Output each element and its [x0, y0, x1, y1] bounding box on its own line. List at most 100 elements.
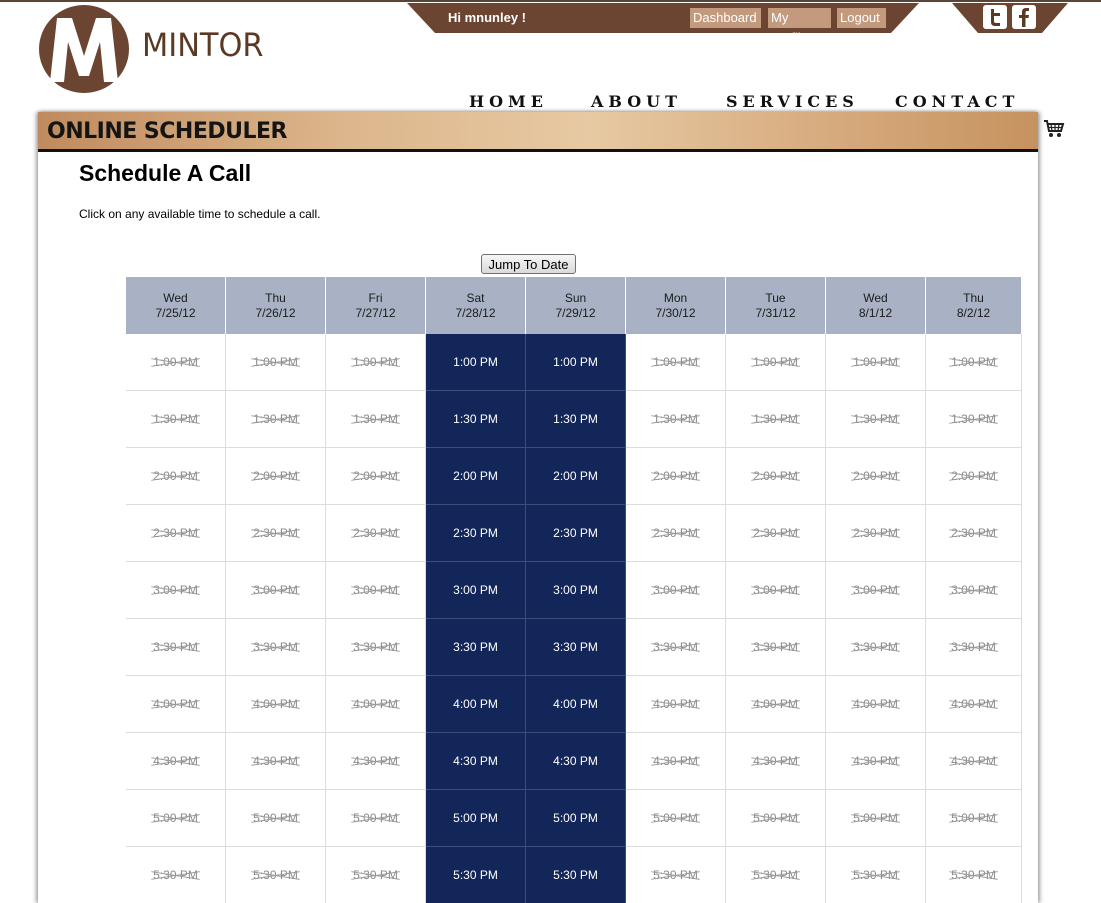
time-slot-unavailable: 4:00 PM [326, 676, 426, 733]
time-slot-available[interactable]: 4:00 PM [526, 676, 626, 733]
time-slot-unavailable: 4:30 PM [926, 733, 1022, 790]
slot-time-label: 1:00 PM [753, 355, 798, 369]
time-slot-available[interactable]: 4:30 PM [426, 733, 526, 790]
slot-time-label: 3:00 PM [253, 583, 298, 597]
day-date: 8/2/12 [956, 306, 991, 320]
facebook-icon[interactable] [1012, 5, 1036, 29]
day-name: Tue [765, 291, 786, 305]
my-profile-link[interactable]: My Profile [768, 8, 831, 45]
slot-time-label: 5:00 PM [753, 811, 798, 825]
nav-services[interactable]: SERVICES [726, 92, 859, 111]
time-slot-unavailable: 2:00 PM [726, 448, 826, 505]
time-slot-unavailable: 2:00 PM [126, 448, 226, 505]
slot-time-label: 1:30 PM [653, 412, 698, 426]
time-slot-available[interactable]: 1:00 PM [426, 334, 526, 391]
slot-time-label: 5:00 PM [853, 811, 898, 825]
slot-time-label: 5:30 PM [353, 868, 398, 882]
time-slot-unavailable: 2:30 PM [726, 505, 826, 562]
time-slot-unavailable: 5:30 PM [126, 847, 226, 903]
social-bar [952, 3, 1068, 33]
day-name: Fri [368, 291, 383, 305]
slot-time-label: 4:00 PM [153, 697, 198, 711]
time-slot-available[interactable]: 5:00 PM [426, 790, 526, 847]
twitter-icon[interactable] [983, 5, 1007, 29]
time-slot-unavailable: 3:30 PM [326, 619, 426, 676]
slot-time-label: 4:00 PM [753, 697, 798, 711]
time-slot-available[interactable]: 2:00 PM [426, 448, 526, 505]
time-slot-unavailable: 3:30 PM [626, 619, 726, 676]
time-slot-unavailable: 2:30 PM [626, 505, 726, 562]
logout-link[interactable]: Logout [837, 8, 886, 28]
slot-time-label: 4:30 PM [253, 754, 298, 768]
shopping-cart-icon[interactable] [1043, 119, 1065, 144]
time-slot-available[interactable]: 2:30 PM [526, 505, 626, 562]
time-slot-unavailable: 1:30 PM [126, 391, 226, 448]
time-slot-available[interactable]: 2:30 PM [426, 505, 526, 562]
slot-time-label: 1:30 PM [353, 412, 398, 426]
day-name: Mon [663, 291, 688, 305]
time-slot-unavailable: 5:00 PM [926, 790, 1022, 847]
slot-time-label: 3:30 PM [653, 640, 698, 654]
slot-time-label: 1:00 PM [951, 355, 996, 369]
time-slot-unavailable: 3:30 PM [726, 619, 826, 676]
day-date: 7/31/12 [755, 306, 796, 320]
slot-time-label: 5:30 PM [253, 868, 298, 882]
nav-home[interactable]: HOME [469, 92, 548, 111]
scheduler-content: Schedule A Call Click on any available t… [38, 152, 1022, 903]
user-greeting: Hi mnunley ! [448, 10, 527, 25]
time-slot-unavailable: 5:00 PM [126, 790, 226, 847]
page-instruction: Click on any available time to schedule … [79, 207, 321, 221]
scheduler-panel: ONLINE SCHEDULER Schedule A Call Click o… [38, 112, 1038, 903]
time-slot-available[interactable]: 5:30 PM [426, 847, 526, 903]
time-slot-unavailable: 1:30 PM [226, 391, 326, 448]
nav-about[interactable]: ABOUT [591, 92, 682, 111]
slot-time-label: 4:30 PM [353, 754, 398, 768]
time-slot-available[interactable]: 3:30 PM [526, 619, 626, 676]
day-date: 7/27/12 [355, 306, 396, 320]
time-slot-unavailable: 4:00 PM [226, 676, 326, 733]
time-slot-available[interactable]: 3:30 PM [426, 619, 526, 676]
jump-to-date-button[interactable]: Jump To Date [481, 254, 576, 274]
time-slot-available[interactable]: 5:00 PM [526, 790, 626, 847]
day-date: 7/28/12 [455, 306, 496, 320]
user-bar: Hi mnunley ! Dashboard My Profile Logout [407, 3, 919, 45]
slot-time-label: 2:30 PM [253, 526, 298, 540]
slot-time-label: 3:30 PM [753, 640, 798, 654]
time-slot-available[interactable]: 4:00 PM [426, 676, 526, 733]
time-slot-unavailable: 3:00 PM [626, 562, 726, 619]
time-slot-available[interactable]: 3:00 PM [526, 562, 626, 619]
banner-title: ONLINE SCHEDULER [47, 119, 287, 144]
day-name: Thu [265, 291, 286, 305]
time-slot-available[interactable]: 3:00 PM [426, 562, 526, 619]
time-slot-unavailable: 1:30 PM [826, 391, 926, 448]
time-slot-unavailable: 2:30 PM [826, 505, 926, 562]
dashboard-link[interactable]: Dashboard [690, 8, 761, 28]
nav-contact[interactable]: CONTACT [895, 92, 1019, 111]
time-slot-unavailable: 4:30 PM [126, 733, 226, 790]
mintor-logo[interactable] [38, 4, 130, 94]
slot-time-label: 2:30 PM [753, 526, 798, 540]
slot-time-label: 3:00 PM [153, 583, 198, 597]
time-slot-available[interactable]: 4:30 PM [526, 733, 626, 790]
day-header: Thu 7/26/12 [226, 277, 326, 334]
time-slot-available[interactable]: 5:30 PM [526, 847, 626, 903]
slot-time-label: 1:30 PM [951, 412, 996, 426]
time-slot-unavailable: 3:00 PM [926, 562, 1022, 619]
slot-time-label: 5:00 PM [951, 811, 996, 825]
time-slot-available[interactable]: 2:00 PM [526, 448, 626, 505]
time-slot-unavailable: 1:00 PM [726, 334, 826, 391]
time-slot-unavailable: 4:00 PM [626, 676, 726, 733]
time-slot-unavailable: 3:30 PM [226, 619, 326, 676]
time-slot-available[interactable]: 1:00 PM [526, 334, 626, 391]
time-slot-unavailable: 3:00 PM [726, 562, 826, 619]
day-header: Sun 7/29/12 [526, 277, 626, 334]
slot-time-label: 1:00 PM [153, 355, 198, 369]
day-name: Sat [466, 291, 485, 305]
time-slot-available[interactable]: 1:30 PM [526, 391, 626, 448]
time-slot-unavailable: 3:30 PM [926, 619, 1022, 676]
time-slot-available[interactable]: 1:30 PM [426, 391, 526, 448]
slot-time-label: 5:30 PM [753, 868, 798, 882]
day-name: Wed [163, 291, 188, 305]
time-slot-unavailable: 4:30 PM [326, 733, 426, 790]
slot-time-label: 5:30 PM [853, 868, 898, 882]
